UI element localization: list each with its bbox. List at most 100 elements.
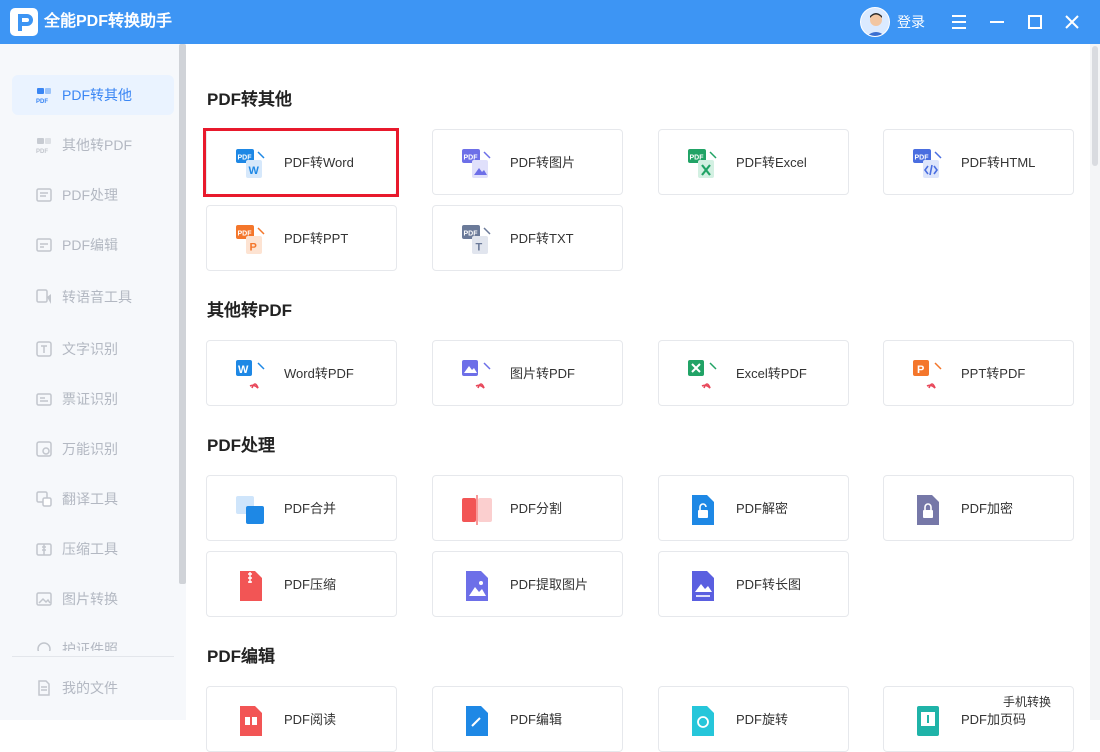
sidebar-divider bbox=[12, 656, 174, 657]
sidebar-item-ticket[interactable]: 票证识别 bbox=[12, 379, 174, 419]
sidebar-item-label: 其他转PDF bbox=[62, 137, 132, 153]
translate-icon bbox=[36, 491, 52, 507]
pdf-edit-icon bbox=[466, 706, 488, 736]
maximize-icon[interactable] bbox=[1021, 8, 1049, 36]
ppt-to-pdf-icon: P bbox=[913, 360, 942, 389]
pdf-rotate-icon bbox=[692, 706, 714, 736]
sidebar-item-label: 票证识别 bbox=[62, 391, 118, 407]
tool-pdf-decrypt[interactable]: PDF解密 bbox=[658, 475, 849, 541]
svg-text:PDF: PDF bbox=[36, 99, 48, 104]
pdf-to-word-icon: PDF W bbox=[236, 149, 265, 178]
section-title: PDF转其他 bbox=[207, 90, 292, 109]
sidebar-my-files[interactable]: 我的文件 bbox=[12, 668, 174, 708]
tool-pdf-read[interactable]: PDF阅读 bbox=[206, 686, 397, 752]
tool-label: Excel转PDF bbox=[736, 366, 807, 381]
sidebar-item-label: PDF编辑 bbox=[62, 237, 118, 253]
id-photo-icon bbox=[37, 642, 51, 651]
sidebar-item-label: 压缩工具 bbox=[62, 541, 118, 557]
tool-label: PDF阅读 bbox=[284, 712, 337, 727]
close-icon[interactable] bbox=[1058, 8, 1086, 36]
tool-pdf-edit[interactable]: PDF编辑 bbox=[432, 686, 623, 752]
svg-text:P: P bbox=[917, 364, 924, 376]
sidebar-item-label: 万能识别 bbox=[62, 441, 118, 457]
sidebar-item-image-convert[interactable]: 图片转换 bbox=[12, 579, 174, 619]
audio-icon bbox=[36, 289, 51, 304]
main-scrollbar-thumb[interactable] bbox=[1092, 46, 1098, 166]
tool-pdf-rotate[interactable]: PDF旋转 bbox=[658, 686, 849, 752]
tool-pdf-long-image[interactable]: PDF转长图 bbox=[658, 551, 849, 617]
sidebar-item-label: 护证件照 bbox=[62, 641, 118, 651]
tool-label: PDF旋转 bbox=[736, 712, 789, 727]
section-title: PDF处理 bbox=[207, 436, 275, 455]
tool-pdf-extract-image[interactable]: PDF提取图片 bbox=[432, 551, 623, 617]
tool-pdf-to-txt[interactable]: PDF T PDF转TXT bbox=[432, 205, 623, 271]
tool-label: PDF压缩 bbox=[284, 577, 337, 592]
sidebar-item-label: 图片转换 bbox=[62, 591, 118, 607]
sidebar-item-translate[interactable]: 翻译工具 bbox=[12, 479, 174, 519]
sidebar-item-universal-ocr[interactable]: 万能识别 bbox=[12, 429, 174, 469]
sidebar-item-tts[interactable]: 转语音工具 bbox=[12, 277, 174, 317]
tool-pdf-merge[interactable]: PDF合并 bbox=[206, 475, 397, 541]
tool-pdf-to-excel[interactable]: PDF PDF转Excel bbox=[658, 129, 849, 195]
mobile-convert-button[interactable]: 手机转换 bbox=[1003, 693, 1052, 711]
pdf-encrypt-icon bbox=[917, 495, 939, 525]
tool-label: PPT转PDF bbox=[961, 366, 1026, 381]
sidebar-item-label: PDF转其他 bbox=[62, 87, 132, 103]
tool-pdf-to-image[interactable]: PDF PDF转图片 bbox=[432, 129, 623, 195]
svg-text:PDF: PDF bbox=[36, 149, 48, 154]
tool-pdf-to-word[interactable]: PDF W PDF转Word bbox=[206, 129, 397, 195]
pdf-merge-icon bbox=[236, 496, 264, 524]
tool-pdf-split[interactable]: PDF分割 bbox=[432, 475, 623, 541]
tool-pdf-to-ppt[interactable]: PDF P PDF转PPT bbox=[206, 205, 397, 271]
sidebar-item-ocr[interactable]: 文字识别 bbox=[12, 329, 174, 369]
scan-icon bbox=[36, 441, 52, 457]
tool-label: PDF加页码 bbox=[961, 712, 1027, 727]
tool-pdf-encrypt[interactable]: PDF加密 bbox=[883, 475, 1074, 541]
pdf-decrypt-icon bbox=[692, 495, 714, 525]
pdf-compress-icon bbox=[240, 571, 262, 601]
svg-text:T: T bbox=[476, 242, 483, 254]
svg-text:W: W bbox=[238, 364, 249, 376]
excel-to-pdf-icon bbox=[688, 360, 717, 389]
image-to-pdf-icon bbox=[462, 360, 491, 389]
login-button[interactable]: 登录 bbox=[897, 12, 925, 32]
image-icon bbox=[36, 592, 52, 606]
sidebar-item-id-photo[interactable]: 护证件照 bbox=[12, 629, 174, 651]
tool-pdf-to-html[interactable]: PDF PDF转HTML bbox=[883, 129, 1074, 195]
pdf-page-number-icon bbox=[917, 706, 939, 736]
sidebar-item-pdf-to-other[interactable]: PDF PDF转其他 bbox=[12, 75, 174, 115]
sidebar-item-pdf-edit[interactable]: PDF编辑 bbox=[12, 225, 174, 265]
tool-label: PDF转PPT bbox=[284, 231, 349, 246]
tool-label: 图片转PDF bbox=[510, 366, 576, 381]
tool-excel-to-pdf[interactable]: Excel转PDF bbox=[658, 340, 849, 406]
sidebar-scrollbar[interactable] bbox=[179, 44, 186, 584]
tool-pdf-compress[interactable]: PDF压缩 bbox=[206, 551, 397, 617]
tool-image-to-pdf[interactable]: 图片转PDF bbox=[432, 340, 623, 406]
menu-icon[interactable] bbox=[945, 8, 973, 36]
svg-text:W: W bbox=[249, 165, 260, 177]
section-title: PDF编辑 bbox=[207, 647, 275, 666]
sidebar-item-label: 我的文件 bbox=[62, 680, 118, 696]
file-icon bbox=[38, 680, 50, 696]
tool-label: PDF解密 bbox=[736, 501, 789, 516]
sidebar-item-other-to-pdf[interactable]: PDF 其他转PDF bbox=[12, 125, 174, 165]
text-ocr-icon bbox=[36, 341, 52, 357]
pdf-icon: PDF bbox=[36, 88, 51, 104]
app-title: 全能PDF转换助手 bbox=[44, 13, 173, 30]
pdf-to-image-icon: PDF bbox=[462, 149, 491, 178]
tool-label: PDF提取图片 bbox=[510, 577, 589, 592]
word-to-pdf-icon: W bbox=[236, 360, 265, 389]
sidebar-item-compress[interactable]: 压缩工具 bbox=[12, 529, 174, 569]
compress-icon bbox=[36, 543, 52, 556]
sidebar-item-label: PDF处理 bbox=[62, 187, 118, 203]
minimize-icon[interactable] bbox=[983, 8, 1011, 36]
sidebar-item-label: 文字识别 bbox=[62, 341, 118, 357]
tool-ppt-to-pdf[interactable]: P PPT转PDF bbox=[883, 340, 1074, 406]
sidebar-item-pdf-process[interactable]: PDF处理 bbox=[12, 175, 174, 215]
tool-word-to-pdf[interactable]: W Word转PDF bbox=[206, 340, 397, 406]
section-title: 其他转PDF bbox=[207, 301, 292, 320]
tool-label: PDF转TXT bbox=[510, 231, 574, 246]
avatar[interactable] bbox=[860, 7, 890, 37]
ticket-icon bbox=[36, 393, 52, 406]
title-bar: 全能PDF转换助手 登录 bbox=[0, 0, 1100, 44]
